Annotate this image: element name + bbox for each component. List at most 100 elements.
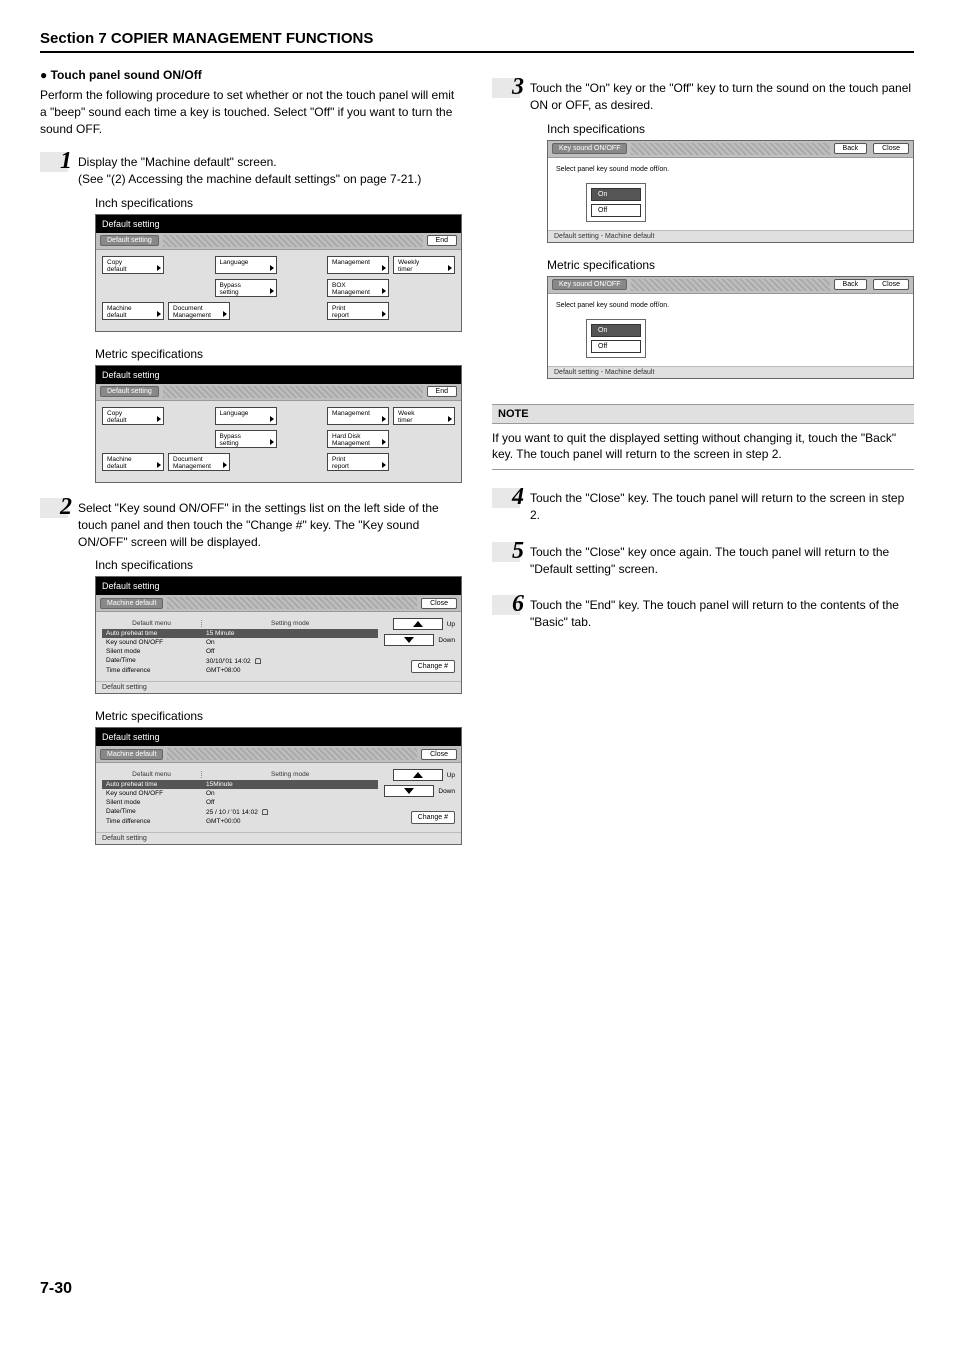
tile-print-report[interactable]: Print report [327,453,389,471]
tile-bypass[interactable]: Bypass setting [215,279,277,297]
list-item[interactable]: Date/Time30/10/'01 14:02 [102,656,378,666]
on-button[interactable]: On [591,188,641,201]
panel-footer: Default setting [96,681,461,693]
step-4: 4 Touch the "Close" key. The touch panel… [492,488,914,524]
panel-keysound-inch: Key sound ON/OFF Back Close Select panel… [547,140,914,243]
panel-machine-default-metric: Default setting Machine default Close De… [95,727,462,845]
panel-title: Default setting [96,366,461,384]
step-number-box: 1 [40,152,68,172]
change-button[interactable]: Change # [411,660,455,673]
panel-default-setting-metric: Default setting Default setting End Copy… [95,365,462,483]
lock-icon [262,809,268,815]
page-number: 7-30 [40,1280,914,1298]
tile-hd-mgmt[interactable]: Hard Disk Management [327,430,389,448]
tile-management[interactable]: Management [327,407,389,425]
note-body: If you want to quit the displayed settin… [492,424,914,471]
tile-machine-default[interactable]: Machine default [102,302,164,320]
end-button[interactable]: End [427,386,457,397]
list-item[interactable]: Auto preheat time15 Minute [102,629,378,638]
panel-default-setting-inch: Default setting Default setting End Copy… [95,214,462,332]
step-3: 3 Touch the "On" key or the "Off" key to… [492,78,914,114]
tile-weekly-timer[interactable]: Weekly timer [393,256,455,274]
tile-copy-default[interactable]: Copy default [102,407,164,425]
list-item[interactable]: Silent modeOff [102,798,378,807]
step-6-text: Touch the "End" key. The touch panel wil… [530,595,914,631]
list-item[interactable]: Auto preheat time15Minute [102,780,378,789]
close-button[interactable]: Close [421,598,457,609]
step-4-text: Touch the "Close" key. The touch panel w… [530,488,914,524]
breadcrumb: Machine default [100,749,163,760]
panel-footer: Default setting - Machine default [548,366,913,378]
step-2: 2 Select "Key sound ON/OFF" in the setti… [40,498,462,550]
right-column: 3 Touch the "On" key or the "Off" key to… [492,68,914,860]
list-item[interactable]: Time differenceGMT+08:00 [102,666,378,675]
step-3-text: Touch the "On" key or the "Off" key to t… [530,78,914,114]
end-button[interactable]: End [427,235,457,246]
up-button[interactable] [393,769,443,781]
breadcrumb: Default setting [100,235,159,246]
step-number-box: 4 [492,488,520,508]
on-button[interactable]: On [591,324,641,337]
lock-icon [255,658,261,664]
down-button[interactable] [384,634,434,646]
breadcrumb-spacer [163,235,423,247]
step-number-box: 3 [492,78,520,98]
tile-language[interactable]: Language [215,256,277,274]
panel-keysound-metric: Key sound ON/OFF Back Close Select panel… [547,276,914,379]
tile-copy-default[interactable]: Copy default [102,256,164,274]
metric-label-3: Metric specifications [547,258,914,272]
inch-label-1: Inch specifications [95,196,462,210]
col-default-menu: Default menu [102,771,202,778]
col-setting-mode: Setting mode [202,771,378,778]
down-button[interactable] [384,785,434,797]
back-button[interactable]: Back [834,143,868,154]
panel-title: Default setting [96,215,461,233]
tile-box-mgmt[interactable]: BOX Management [327,279,389,297]
step-2-text: Select "Key sound ON/OFF" in the setting… [78,498,462,550]
note-heading: NOTE [492,404,914,424]
close-button[interactable]: Close [873,279,909,290]
close-button[interactable]: Close [873,143,909,154]
step-6: 6 Touch the "End" key. The touch panel w… [492,595,914,631]
col-default-menu: Default menu [102,620,202,627]
inch-label-2: Inch specifications [95,558,462,572]
breadcrumb: Machine default [100,598,163,609]
up-button[interactable] [393,618,443,630]
instruction-text: Select panel key sound mode off/on. [556,302,905,309]
instruction-text: Select panel key sound mode off/on. [556,166,905,173]
breadcrumb: Key sound ON/OFF [552,143,627,154]
panel-footer: Default setting - Machine default [548,230,913,242]
list-item[interactable]: Date/Time25 / 10 / '01 14:02 [102,807,378,817]
step-5-text: Touch the "Close" key once again. The to… [530,542,914,578]
change-button[interactable]: Change # [411,811,455,824]
tile-print-report[interactable]: Print report [327,302,389,320]
note-block: NOTE If you want to quit the displayed s… [492,404,914,471]
tile-management[interactable]: Management [327,256,389,274]
metric-label-2: Metric specifications [95,709,462,723]
step-number-box: 5 [492,542,520,562]
step-1-text: Display the "Machine default" screen. (S… [78,152,421,188]
left-column: Touch panel sound ON/Off Perform the fol… [40,68,462,860]
step-number-box: 2 [40,498,68,518]
col-setting-mode: Setting mode [202,620,378,627]
close-button[interactable]: Close [421,749,457,760]
breadcrumb: Default setting [100,386,159,397]
tile-machine-default[interactable]: Machine default [102,453,164,471]
list-item[interactable]: Key sound ON/OFFOn [102,638,378,647]
subsection-title: Touch panel sound ON/Off [40,68,462,82]
off-button[interactable]: Off [591,204,641,217]
list-item[interactable]: Key sound ON/OFFOn [102,789,378,798]
tile-doc-mgmt[interactable]: Document Management [168,302,230,320]
tile-doc-mgmt[interactable]: Document Management [168,453,230,471]
list-item[interactable]: Time differenceGMT+00:00 [102,817,378,826]
breadcrumb: Key sound ON/OFF [552,279,627,290]
list-item[interactable]: Silent modeOff [102,647,378,656]
tile-language[interactable]: Language [215,407,277,425]
tile-bypass[interactable]: Bypass setting [215,430,277,448]
tile-week-timer[interactable]: Week timer [393,407,455,425]
step-5: 5 Touch the "Close" key once again. The … [492,542,914,578]
back-button[interactable]: Back [834,279,868,290]
off-button[interactable]: Off [591,340,641,353]
step-1: 1 Display the "Machine default" screen. … [40,152,462,188]
intro-text: Perform the following procedure to set w… [40,87,462,137]
